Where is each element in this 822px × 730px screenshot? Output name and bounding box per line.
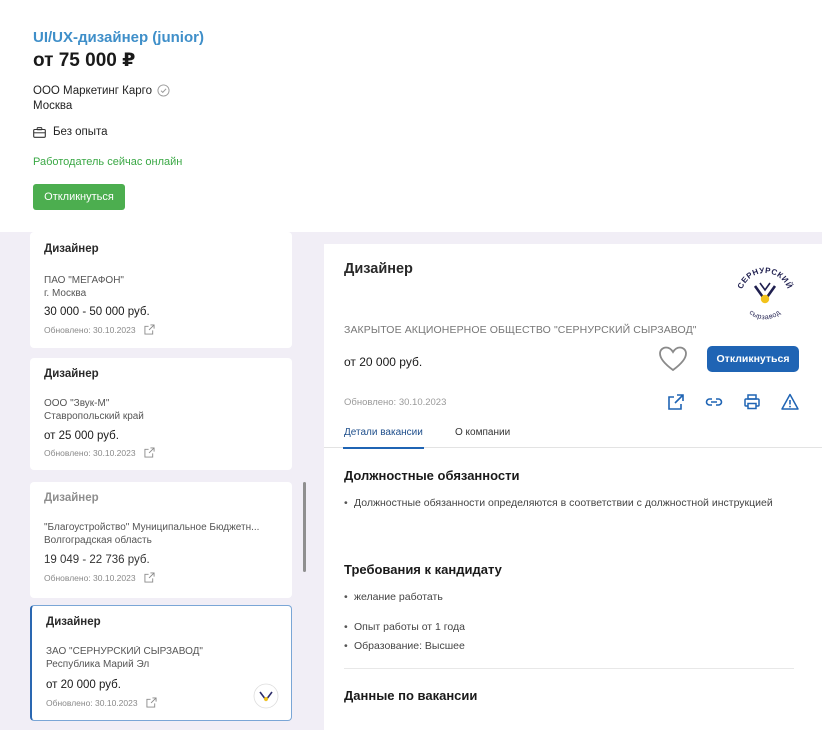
duties-heading: Должностные обязанности: [344, 468, 520, 483]
job-summary: UI/UX-дизайнер (junior) от 75 000 ₽ ООО …: [0, 0, 822, 232]
card-title[interactable]: Дизайнер: [46, 616, 101, 628]
card-salary: от 20 000 руб.: [46, 679, 121, 691]
requirements-heading: Требования к кандидату: [344, 562, 502, 577]
section-divider: [344, 668, 794, 669]
detail-tabs: Детали вакансии О компании: [324, 420, 822, 449]
duty-item: • Должностные обязанности определяются в …: [344, 495, 784, 512]
company-name[interactable]: ООО Маркетинг Карго: [33, 85, 152, 97]
card-salary: 30 000 - 50 000 руб.: [44, 306, 150, 318]
open-external-icon[interactable]: [144, 572, 155, 583]
tab-about-company[interactable]: О компании: [455, 427, 510, 438]
card-title[interactable]: Дизайнер: [44, 368, 99, 380]
vacancy-browser: Дизайнер ПАО "МЕГАФОН" г. Москва 30 000 …: [0, 232, 822, 730]
report-warning-icon[interactable]: [780, 392, 800, 412]
favorite-heart-icon[interactable]: [658, 345, 688, 373]
card-updated: Обновлено: 30.10.2023: [44, 572, 136, 583]
card-region: Ставропольский край: [44, 411, 144, 422]
card-updated-row: Обновлено: 30.10.2023: [44, 572, 155, 583]
card-title[interactable]: Дизайнер: [44, 492, 99, 504]
requirement-item: • Образование: Высшее: [344, 638, 784, 655]
duty-text: Должностные обязанности определяются в с…: [354, 497, 773, 509]
card-updated-row: Обновлено: 30.10.2023: [44, 447, 155, 458]
open-external-icon[interactable]: [666, 392, 686, 412]
experience-row: Без опыта: [33, 126, 108, 138]
svg-text:сырзавод: сырзавод: [748, 309, 782, 321]
open-external-icon[interactable]: [146, 697, 157, 708]
card-company: ООО "Звук-М": [44, 398, 110, 409]
card-company: ПАО "МЕГАФОН": [44, 275, 124, 286]
card-company: ЗАО "СЕРНУРСКИЙ СЫРЗАВОД": [46, 646, 203, 657]
logo-top-text: СЕРНУРСКИЙ: [736, 266, 794, 290]
detail-salary: от 20 000 руб.: [344, 355, 423, 369]
card-updated-row: Обновлено: 30.10.2023: [46, 697, 157, 708]
requirement-text: Образование: Высшее: [354, 640, 465, 652]
company-logo: СЕРНУРСКИЙ сырзавод: [736, 266, 795, 322]
tab-vacancy-details[interactable]: Детали вакансии: [343, 427, 424, 449]
card-updated: Обновлено: 30.10.2023: [46, 697, 138, 708]
requirement-item: • желание работать: [344, 589, 784, 606]
vacancy-card[interactable]: Дизайнер ООО "Звук-М" Ставропольский кра…: [30, 358, 292, 470]
card-salary: 19 049 - 22 736 руб.: [44, 554, 150, 566]
respond-button[interactable]: Откликнуться: [33, 184, 125, 210]
open-external-icon[interactable]: [144, 324, 155, 335]
card-region: г. Москва: [44, 288, 87, 299]
vacancy-detail: Дизайнер СЕРНУРСКИЙ сырзавод ЗАКРЫТОЕ АК…: [324, 244, 822, 730]
job-city: Москва: [33, 100, 73, 112]
detail-updated: Обновлено: 30.10.2023: [344, 397, 447, 408]
job-salary: от 75 000 ₽: [33, 50, 136, 71]
vacancy-list: Дизайнер ПАО "МЕГАФОН" г. Москва 30 000 …: [30, 232, 294, 730]
svg-text:СЕРНУРСКИЙ: СЕРНУРСКИЙ: [736, 266, 795, 290]
requirement-text: желание работать: [354, 591, 443, 603]
card-updated: Обновлено: 30.10.2023: [44, 447, 136, 458]
card-region: Волгоградская область: [44, 535, 152, 546]
detail-title: Дизайнер: [344, 261, 413, 277]
card-company: "Благоустройство" Муниципальное Бюджетн.…: [44, 522, 260, 533]
briefcase-icon: [33, 126, 46, 138]
print-icon[interactable]: [742, 392, 762, 412]
employer-online-status: Работодатель сейчас онлайн: [33, 156, 183, 168]
vacancy-card-selected[interactable]: Дизайнер ЗАО "СЕРНУРСКИЙ СЫРЗАВОД" Респу…: [30, 605, 292, 721]
open-external-icon[interactable]: [144, 447, 155, 458]
logo-bottom-text: сырзавод: [748, 309, 782, 321]
detail-respond-button[interactable]: Откликнуться: [707, 346, 799, 372]
experience-label: Без опыта: [53, 126, 108, 138]
company-row: ООО Маркетинг Карго: [33, 84, 170, 97]
vacancy-card[interactable]: Дизайнер ПАО "МЕГАФОН" г. Москва 30 000 …: [30, 232, 292, 348]
detail-actions: [666, 392, 800, 412]
card-title[interactable]: Дизайнер: [44, 243, 99, 255]
card-region: Республика Марий Эл: [46, 659, 150, 670]
copy-link-icon[interactable]: [704, 392, 724, 412]
detail-organization: ЗАКРЫТОЕ АКЦИОНЕРНОЕ ОБЩЕСТВО "СЕРНУРСКИ…: [344, 324, 697, 336]
job-title-link[interactable]: UI/UX-дизайнер (junior): [33, 29, 204, 46]
list-scrollbar[interactable]: [303, 482, 306, 572]
requirement-item: • Опыт работы от 1 года: [344, 619, 784, 636]
vacancy-data-heading: Данные по вакансии: [344, 688, 478, 703]
requirement-text: Опыт работы от 1 года: [354, 621, 465, 633]
company-logo-small: [253, 683, 279, 709]
vacancy-card[interactable]: Дизайнер "Благоустройство" Муниципальное…: [30, 482, 292, 598]
card-salary: от 25 000 руб.: [44, 430, 119, 442]
verified-check-icon: [157, 84, 170, 97]
card-updated-row: Обновлено: 30.10.2023: [44, 324, 155, 335]
card-updated: Обновлено: 30.10.2023: [44, 324, 136, 335]
